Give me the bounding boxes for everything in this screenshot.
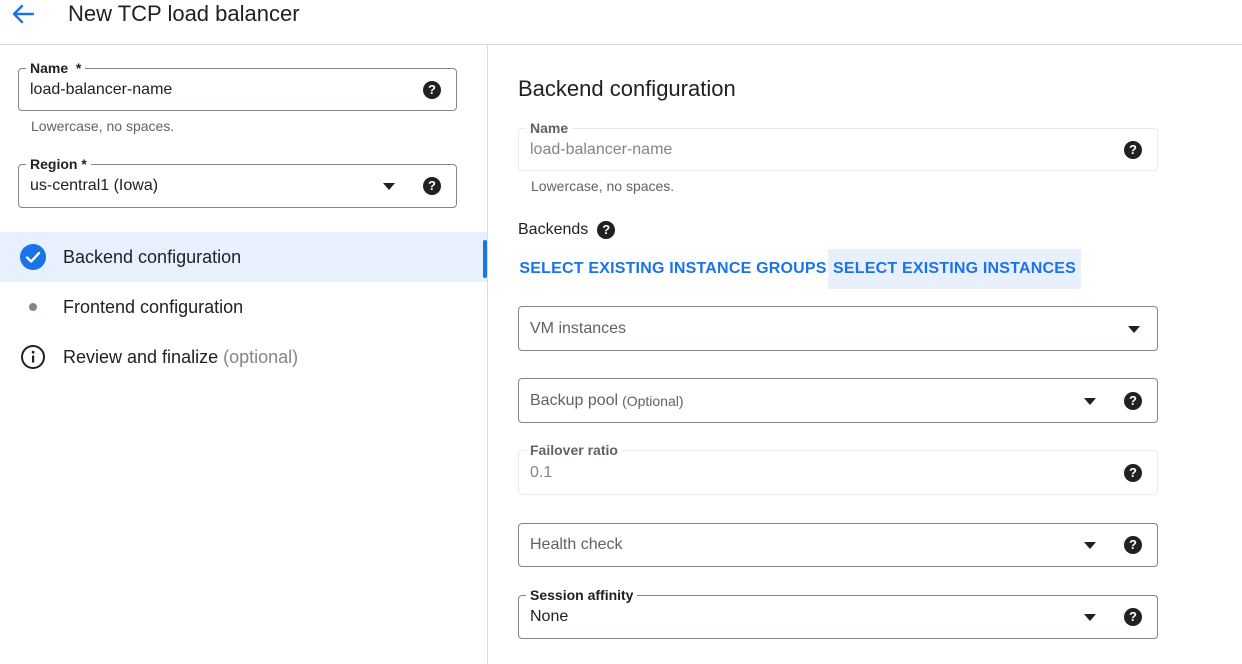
step-label: Frontend configuration [63,296,244,317]
tab-select-existing-instances[interactable]: SELECT EXISTING INSTANCES [828,249,1081,289]
help-icon[interactable]: ? [423,80,441,99]
region-field-value[interactable]: us-central1 (Iowa) [30,176,158,196]
section-title: Backend configuration [518,76,736,101]
health-check-select[interactable]: Health check ? [518,523,1158,567]
name-field[interactable]: Name * load-balancer-name ? [18,59,457,111]
session-affinity-label: Session affinity [526,586,638,604]
chevron-down-icon[interactable] [383,183,395,190]
backends-label: Backends ? [518,221,616,239]
backend-name-field: Name load-balancer-name ? [518,119,1158,171]
name-hint: Lowercase, no spaces. [31,118,175,134]
session-affinity-select[interactable]: Session affinity None ? [518,586,1158,639]
help-icon[interactable]: ? [1124,536,1142,554]
session-affinity-value[interactable]: None [530,607,568,627]
failover-ratio-value: 0.1 [530,464,553,481]
step-review-and-finalize[interactable]: Review and finalize (optional) [0,332,487,382]
backend-name-value: load-balancer-name [530,141,673,158]
region-field-label: Region * [26,155,91,173]
region-select[interactable]: Region * us-central1 (Iowa) ? [18,155,457,208]
tab-select-existing-instance-groups[interactable]: SELECT EXISTING INSTANCE GROUPS [518,249,828,289]
backend-name-hint: Lowercase, no spaces. [531,178,675,194]
help-icon[interactable]: ? [423,177,441,195]
name-field-value[interactable]: load-balancer-name [30,80,172,100]
backup-pool-placeholder: Backup pool (Optional) [530,391,684,409]
vm-instances-placeholder: VM instances [530,319,627,337]
chevron-down-icon[interactable] [1084,542,1096,549]
backends-label-text: Backends [518,221,589,238]
help-icon[interactable]: ? [1124,140,1142,159]
check-circle-icon [20,244,46,270]
health-check-placeholder: Health check [530,536,623,553]
step-label: Review and finalize (optional) [63,346,299,367]
failover-ratio-field: Failover ratio 0.1 ? [518,441,1158,495]
step-label: Backend configuration [63,246,242,267]
page-title: New TCP load balancer [68,1,300,26]
chevron-down-icon[interactable] [1128,325,1140,333]
chevron-down-icon[interactable] [1084,397,1096,405]
info-icon [20,344,46,370]
vm-instances-select[interactable]: VM instances [518,306,1158,351]
help-icon[interactable]: ? [1124,608,1142,626]
top-bar: New TCP load balancer [0,0,1242,45]
name-field-label: Name * [26,59,86,77]
arrow-back-icon[interactable] [8,0,38,28]
help-icon[interactable]: ? [1124,463,1142,482]
chevron-down-icon[interactable] [1084,614,1096,621]
help-icon[interactable]: ? [1124,391,1142,410]
help-icon[interactable]: ? [597,221,616,239]
failover-ratio-label: Failover ratio [526,441,622,459]
dot-icon [20,294,46,320]
step-backend-configuration[interactable]: Backend configuration [0,232,487,282]
backup-pool-select[interactable]: Backup pool (Optional) ? [518,378,1158,423]
panel-divider [487,45,488,664]
backend-name-label: Name [526,119,573,137]
step-frontend-configuration[interactable]: Frontend configuration [0,282,487,332]
